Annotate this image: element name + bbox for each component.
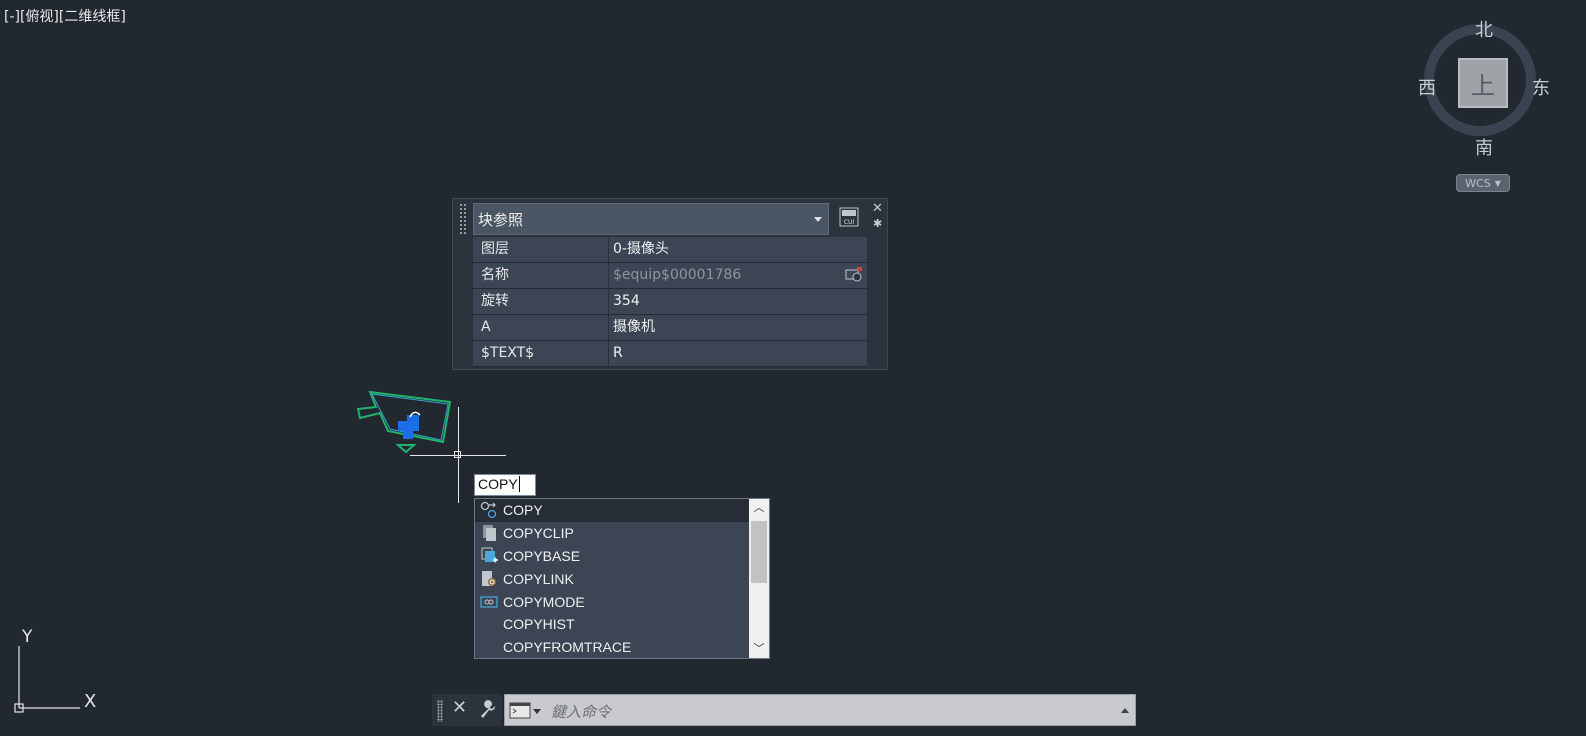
- cui-customize-icon[interactable]: CUI: [839, 207, 859, 227]
- scrollbar-thumb[interactable]: [751, 521, 767, 583]
- autocomplete-label: COPYCLIP: [503, 525, 574, 542]
- autocomplete-item[interactable]: COPYBASE: [475, 545, 749, 568]
- gear-icon[interactable]: ✱: [873, 217, 882, 230]
- autocomplete-label: COPY: [503, 502, 543, 519]
- close-icon[interactable]: ✕: [452, 697, 467, 718]
- copylink-icon: [477, 569, 501, 589]
- copybase-icon: [477, 546, 501, 566]
- property-row[interactable]: A 摄像机: [473, 315, 867, 341]
- copymode-icon: [477, 592, 501, 612]
- chevron-down-icon: ▼: [1494, 178, 1501, 188]
- dropdown-caret-icon: [814, 217, 822, 222]
- dynamic-input-field[interactable]: COPY: [474, 474, 536, 496]
- command-line-toolbar: ✕: [432, 694, 502, 726]
- dynamic-input-value: COPY: [478, 476, 518, 492]
- autocomplete-label: COPYFROMTRACE: [503, 639, 632, 656]
- autocomplete-scrollbar[interactable]: ︿ ﹀: [749, 499, 769, 658]
- autocomplete-label: COPYLINK: [503, 570, 574, 587]
- autocomplete-item[interactable]: COPYCLIP: [475, 522, 749, 545]
- ucs-x-label: X: [84, 691, 96, 712]
- autocomplete-item[interactable]: COPYFROMTRACE: [475, 636, 749, 659]
- compass-east[interactable]: 东: [1532, 74, 1550, 100]
- quick-properties-panel: 块参照 CUI ✕ ✱ 图层 0-摄像头 名称 $equip$00001786 …: [452, 198, 888, 370]
- object-type-select[interactable]: 块参照: [473, 203, 829, 235]
- property-key: 图层: [473, 237, 609, 262]
- command-line: ✕ 鍵入命令: [432, 694, 1136, 726]
- autocomplete-label: COPYBASE: [503, 547, 581, 564]
- grip-handle-icon[interactable]: [459, 203, 467, 235]
- object-type-value: 块参照: [478, 210, 524, 229]
- properties-table: 图层 0-摄像头 名称 $equip$00001786 旋转 354 A 摄像机…: [473, 237, 867, 367]
- ucs-y-label: Y: [21, 627, 33, 647]
- property-key: 名称: [473, 263, 609, 288]
- wrench-icon[interactable]: [478, 699, 498, 719]
- property-row[interactable]: 旋转 354: [473, 289, 867, 315]
- property-value[interactable]: 摄像机: [609, 315, 867, 340]
- chevron-down-icon[interactable]: ﹀: [749, 640, 769, 658]
- camera-block-drawing[interactable]: [350, 385, 460, 457]
- autocomplete-label: COPYHIST: [503, 616, 575, 633]
- viewport-controls-label[interactable]: [-][俯视][二维线框]: [4, 6, 126, 26]
- command-input-field[interactable]: 鍵入命令: [504, 694, 1136, 726]
- property-row[interactable]: 图层 0-摄像头: [473, 237, 867, 263]
- ucs-icon: Y X: [14, 627, 96, 713]
- property-key: $TEXT$: [473, 341, 609, 366]
- command-placeholder: 鍵入命令: [551, 703, 612, 721]
- chevron-up-icon[interactable]: ︿: [749, 499, 769, 517]
- property-row[interactable]: 名称 $equip$00001786: [473, 263, 867, 289]
- autocomplete-item[interactable]: COPYHIST: [475, 613, 749, 636]
- viewcube-face-label: 上: [1471, 71, 1495, 100]
- property-key: A: [473, 315, 609, 340]
- compass-south[interactable]: 南: [1475, 134, 1493, 160]
- property-value[interactable]: 354: [609, 289, 867, 314]
- property-value: $equip$00001786: [613, 267, 742, 283]
- copyclip-icon: [477, 523, 501, 543]
- terminal-icon[interactable]: [509, 702, 531, 719]
- copy-icon: [477, 500, 501, 520]
- crosshair-pickbox: [454, 451, 461, 458]
- block-pick-icon[interactable]: [845, 267, 863, 283]
- autocomplete-item[interactable]: COPY: [475, 499, 749, 522]
- property-value[interactable]: R: [609, 341, 867, 366]
- compass-north[interactable]: 北: [1475, 16, 1493, 42]
- autocomplete-item[interactable]: COPYMODE: [475, 590, 749, 613]
- viewcube-top-face[interactable]: 上: [1458, 58, 1508, 108]
- svg-text:CUI: CUI: [844, 219, 855, 226]
- compass-west[interactable]: 西: [1418, 74, 1436, 100]
- wcs-label: WCS: [1465, 176, 1491, 190]
- autocomplete-item[interactable]: COPYLINK: [475, 567, 749, 590]
- close-icon[interactable]: ✕: [872, 201, 883, 216]
- chevron-up-icon[interactable]: [1121, 708, 1129, 713]
- chevron-down-icon[interactable]: [533, 709, 541, 714]
- viewcube[interactable]: 北 南 西 东 上 WCS ▼: [1416, 12, 1556, 202]
- wcs-menu-button[interactable]: WCS ▼: [1456, 174, 1510, 192]
- property-value[interactable]: 0-摄像头: [609, 237, 867, 262]
- property-key: 旋转: [473, 289, 609, 314]
- grip-handle-icon[interactable]: [437, 700, 443, 722]
- property-row[interactable]: $TEXT$ R: [473, 341, 867, 367]
- command-autocomplete-list: COPY COPYCLIP COPYBASE COPYLINK COPYMODE…: [474, 498, 770, 659]
- autocomplete-label: COPYMODE: [503, 593, 585, 610]
